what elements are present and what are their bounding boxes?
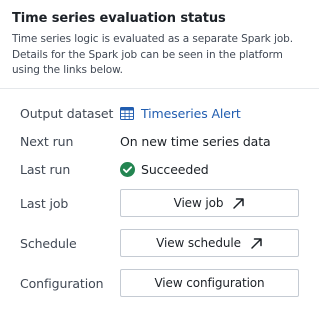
output-dataset-link[interactable]: Timeseries Alert: [120, 106, 241, 121]
next-run-value: On new time series data: [120, 133, 271, 149]
arrow-top-right-icon: [250, 237, 263, 250]
last-run-label: Last run: [20, 161, 71, 177]
view-schedule-button[interactable]: View schedule: [120, 229, 299, 257]
timeseries-evaluation-status-panel: Time series evaluation status Time serie…: [0, 0, 319, 313]
arrow-top-right-icon: [232, 197, 245, 210]
configuration-label: Configuration: [20, 275, 104, 291]
last-run-value: Succeeded: [120, 161, 299, 177]
view-configuration-button[interactable]: View configuration: [120, 269, 299, 297]
row-configuration: Configuration View configuration: [20, 269, 299, 297]
table-icon: [120, 106, 134, 120]
output-dataset-value: Timeseries Alert: [120, 106, 299, 121]
output-dataset-name: Timeseries Alert: [141, 105, 241, 121]
view-job-button[interactable]: View job: [120, 189, 299, 217]
view-job-label: View job: [173, 196, 224, 210]
view-configuration-label: View configuration: [154, 276, 265, 290]
next-run-label: Next run: [20, 133, 74, 149]
last-job-label: Last job: [20, 195, 69, 211]
row-last-run: Last run Succeeded: [20, 158, 299, 180]
row-next-run: Next run On new time series data: [20, 130, 299, 152]
row-last-job: Last job View job: [20, 189, 299, 217]
output-dataset-label: Output dataset: [20, 105, 114, 121]
view-schedule-label: View schedule: [156, 236, 241, 250]
panel-header: Time series evaluation status Time serie…: [0, 0, 319, 79]
panel-description: Time series logic is evaluated as a sepa…: [12, 33, 293, 76]
row-output-dataset: Output dataset Timeseries Alert: [20, 102, 299, 124]
panel-title: Time series evaluation status: [12, 11, 226, 26]
check-circle-icon: [120, 161, 135, 177]
row-schedule: Schedule View schedule: [20, 229, 299, 257]
schedule-label: Schedule: [20, 235, 77, 251]
section-divider: [0, 88, 319, 89]
last-run-status: Succeeded: [141, 161, 209, 177]
